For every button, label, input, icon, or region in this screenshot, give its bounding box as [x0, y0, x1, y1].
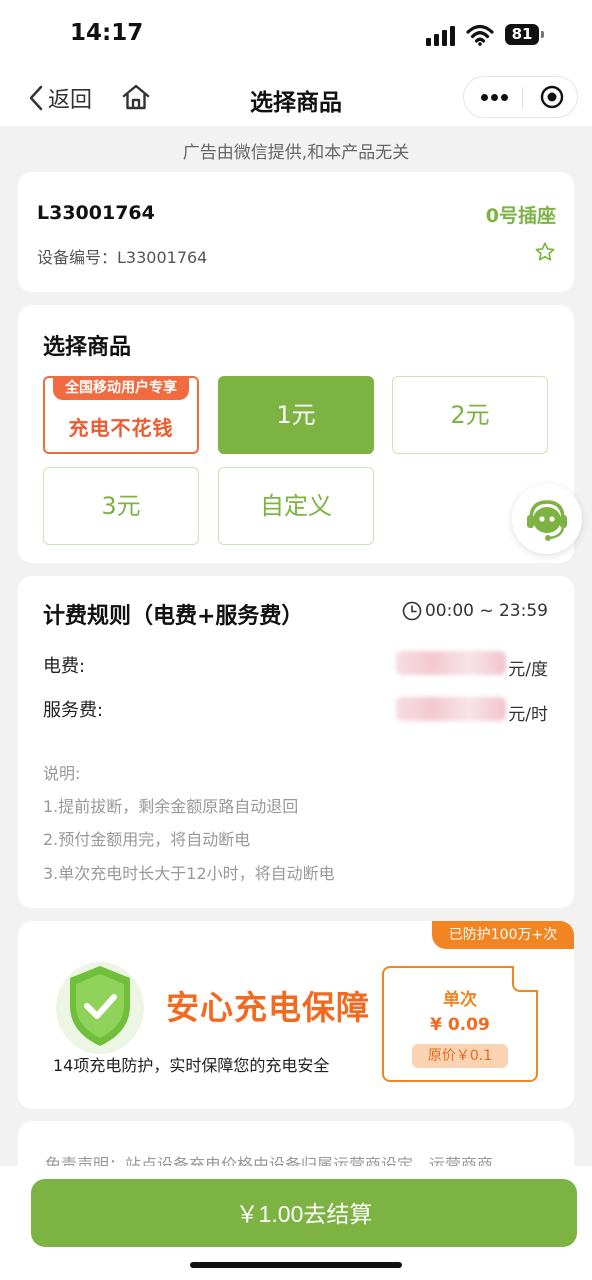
promo-main-text: 充电不花钱 — [68, 416, 174, 440]
clock-icon — [402, 601, 422, 621]
fee-rules-title: 计费规则（电费+服务费） — [43, 604, 304, 629]
note-item: 1.提前拔断，剩余金额原路自动退回 — [43, 797, 299, 816]
service-fee-label: 服务费: — [43, 700, 104, 721]
shield-check-icon — [56, 962, 144, 1054]
guarantee-price: ¥ 0.09 — [430, 1015, 490, 1035]
battery-icon: 81 — [505, 24, 544, 45]
chevron-left-icon — [29, 85, 43, 111]
device-card: L33001764 0号插座 设备编号：L33001764 — [18, 172, 574, 292]
guarantee-title: 安心充电保障 — [166, 988, 370, 1027]
goods-card: 选择商品 全国移动用户专享 充电不花钱 1元 2元 3元 自定义 — [18, 305, 574, 563]
headset-icon — [527, 500, 567, 541]
ad-notice: 广告由微信提供,和本产品无关 — [182, 143, 410, 163]
electric-fee-label: 电费: — [43, 656, 86, 677]
option-3-yuan[interactable]: 3元 — [43, 467, 199, 545]
note-item: 3.单次充电时长大于12小时，将自动断电 — [43, 864, 335, 883]
time-range: 00:00 ~ 23:59 — [402, 601, 548, 621]
note-item: 2.预付金额用完，将自动断电 — [43, 830, 251, 849]
option-2-yuan[interactable]: 2元 — [392, 376, 548, 454]
charging-guarantee-card: 已防护100万+次 安心充电保障 14项充电防护，实时保障您的充电安全 单次 ¥… — [18, 921, 574, 1109]
price-label: 单次 — [443, 990, 477, 1010]
option-1-yuan[interactable]: 1元 — [218, 376, 374, 454]
status-bar: 14:17 81 — [0, 0, 592, 70]
back-label: 返回 — [48, 88, 93, 113]
option-custom[interactable]: 自定义 — [218, 467, 374, 545]
goods-title: 选择商品 — [43, 335, 132, 360]
guarantee-price-box[interactable]: 单次 ¥ 0.09 原价￥0.1 — [382, 966, 538, 1082]
time-range-text: 00:00 ~ 23:59 — [424, 601, 548, 621]
back-button[interactable]: 返回 — [28, 82, 92, 114]
fee-rules-card: 计费规则（电费+服务费） 00:00 ~ 23:59 电费: 元/度 服务费: … — [18, 576, 574, 908]
service-fee-unit: 元/时 — [508, 705, 548, 725]
bottom-bar: ￥1.00去结算 — [0, 1166, 592, 1280]
nav-bar: 返回 选择商品 — [0, 70, 592, 126]
note-heading: 说明: — [43, 764, 81, 783]
protection-count-badge: 已防护100万+次 — [432, 921, 574, 949]
service-fee-value-redacted — [396, 697, 506, 721]
device-id: L33001764 — [37, 202, 155, 224]
home-indicator — [190, 1262, 402, 1268]
wifi-icon — [466, 24, 494, 46]
electric-fee-unit: 元/度 — [508, 660, 548, 680]
guarantee-description: 14项充电防护，实时保障您的充电安全 — [53, 1056, 330, 1075]
favorite-star-icon[interactable] — [534, 241, 556, 263]
cellular-signal-icon — [426, 24, 458, 46]
customer-service-button[interactable] — [512, 484, 582, 554]
promo-option[interactable]: 全国移动用户专享 充电不花钱 — [43, 376, 199, 454]
close-mini-program-icon[interactable] — [540, 85, 564, 109]
capsule-divider — [522, 87, 523, 109]
promo-tag: 全国移动用户专享 — [53, 376, 189, 400]
socket-label: 0号插座 — [485, 205, 556, 227]
original-price: 原价￥0.1 — [412, 1044, 508, 1068]
more-options-icon[interactable] — [481, 94, 509, 102]
mini-program-capsule — [463, 76, 578, 118]
status-time: 14:17 — [70, 20, 144, 46]
electric-fee-value-redacted — [396, 651, 506, 675]
checkout-button[interactable]: ￥1.00去结算 — [31, 1179, 577, 1247]
home-icon[interactable] — [121, 83, 151, 111]
device-number: 设备编号：L33001764 — [37, 248, 208, 267]
